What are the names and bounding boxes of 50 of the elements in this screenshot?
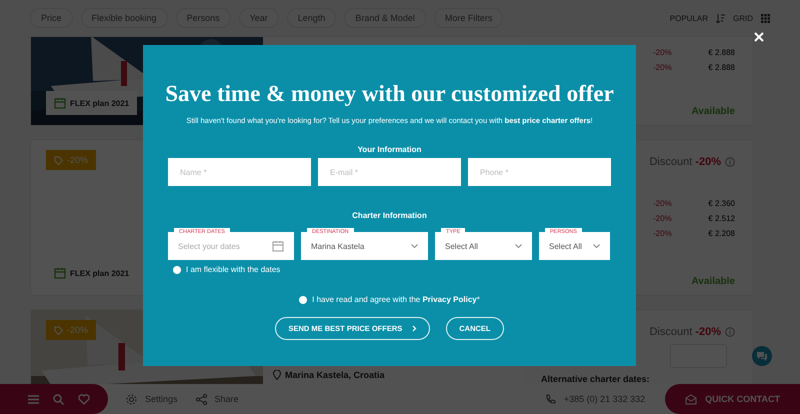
info-icon[interactable] xyxy=(725,327,735,337)
share-icon[interactable] xyxy=(196,394,207,404)
view-label[interactable]: GRID xyxy=(733,14,753,22)
price: € 2.512 xyxy=(708,214,735,223)
calendar-icon xyxy=(272,240,284,252)
chevron-icon xyxy=(412,325,418,332)
price: € 2.888 xyxy=(708,63,735,72)
location-text: Marina Kastela, Croatia xyxy=(285,370,385,380)
input-field[interactable]: E-mail * xyxy=(318,158,461,186)
calendar-check-icon xyxy=(54,267,66,279)
envelope-icon xyxy=(685,394,698,404)
input-field[interactable]: Name * xyxy=(168,158,311,186)
plan-label: FLEX plan 2021 xyxy=(46,91,138,115)
menu-icon[interactable] xyxy=(28,394,39,404)
chevron-icon xyxy=(411,244,418,248)
info-icon[interactable] xyxy=(725,157,735,167)
flexible-dates-radio[interactable]: I am flexible with the dates xyxy=(173,265,280,274)
price-discount: -20% xyxy=(653,63,672,72)
discount-badge: -20% xyxy=(46,150,96,170)
chevron-icon xyxy=(593,244,600,248)
price-discount: -20% xyxy=(653,199,672,208)
alternative-dates-label: Alternative charter dates: xyxy=(541,374,651,384)
availability-status: Available xyxy=(691,106,735,117)
price-discount: -20% xyxy=(653,214,672,223)
calendar-check-icon xyxy=(54,97,66,109)
price: € 2.208 xyxy=(708,229,735,238)
close-button[interactable] xyxy=(754,30,764,44)
chat-icon xyxy=(757,352,767,360)
price: € 2.360 xyxy=(708,199,735,208)
heart-icon[interactable] xyxy=(78,394,90,404)
section-heading: Charter Information xyxy=(352,211,427,220)
price: € 2.888 xyxy=(708,48,735,57)
privacy-radio[interactable]: I have read and agree with the Privacy Policy* xyxy=(299,295,480,304)
search-icon[interactable] xyxy=(53,394,64,404)
availability-status: Available xyxy=(691,276,735,287)
sort-label[interactable]: POPULAR xyxy=(670,14,708,22)
quick-contact-button[interactable]: QUICK CONTACT xyxy=(665,384,800,414)
location-icon xyxy=(273,370,281,380)
grid-icon[interactable] xyxy=(761,14,770,22)
sort-icon[interactable] xyxy=(716,14,725,22)
phone-icon xyxy=(544,394,556,404)
input-field[interactable]: Phone * xyxy=(468,158,611,186)
price-discount: -20% xyxy=(653,229,672,238)
dialog-title: Save time & money with our customized offer xyxy=(165,81,614,107)
discount-badge: -20% xyxy=(46,320,96,340)
section-heading: Your Information xyxy=(358,145,422,154)
chevron-icon xyxy=(515,244,522,248)
price-discount: -20% xyxy=(653,48,672,57)
chat-button[interactable] xyxy=(752,346,772,366)
settings-icon[interactable] xyxy=(126,394,137,404)
